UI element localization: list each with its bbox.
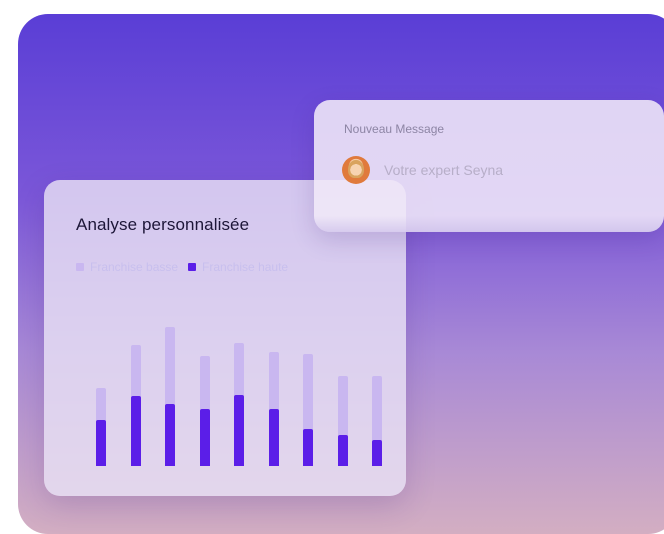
bar-franchise-haute bbox=[268, 409, 279, 466]
bar-chart bbox=[74, 316, 382, 466]
bar-franchise-haute bbox=[337, 434, 348, 466]
user-avatar-icon bbox=[342, 156, 370, 184]
message-sender-row: Votre expert Seyna bbox=[342, 156, 503, 184]
bar-franchise-haute bbox=[303, 428, 313, 466]
chart-title: Analyse personnalisée bbox=[76, 215, 250, 234]
new-message-card[interactable]: Nouveau Message Votre expert Seyna bbox=[314, 100, 664, 232]
message-header: Nouveau Message bbox=[344, 122, 445, 136]
bar-franchise-haute bbox=[130, 396, 141, 466]
chart-legend: Franchise basse Franchise haute bbox=[76, 260, 288, 274]
legend-label-low: Franchise basse bbox=[90, 260, 179, 274]
legend-swatch-high bbox=[188, 263, 197, 271]
legend-item-high: Franchise haute bbox=[188, 260, 288, 274]
legend-swatch-low bbox=[76, 263, 84, 271]
bar-franchise-haute bbox=[372, 440, 382, 466]
legend-item-low: Franchise basse bbox=[76, 260, 178, 274]
bar-franchise-haute bbox=[199, 409, 210, 466]
message-card-fade bbox=[314, 216, 664, 232]
bar-franchise-haute bbox=[96, 419, 106, 466]
bar-franchise-haute bbox=[165, 403, 175, 466]
message-sender: Votre expert Seyna bbox=[384, 162, 504, 178]
gradient-background-panel: Analyse personnalisée Franchise basse Fr… bbox=[18, 14, 664, 534]
bar-franchise-haute bbox=[234, 395, 244, 466]
legend-label-high: Franchise haute bbox=[202, 260, 289, 274]
